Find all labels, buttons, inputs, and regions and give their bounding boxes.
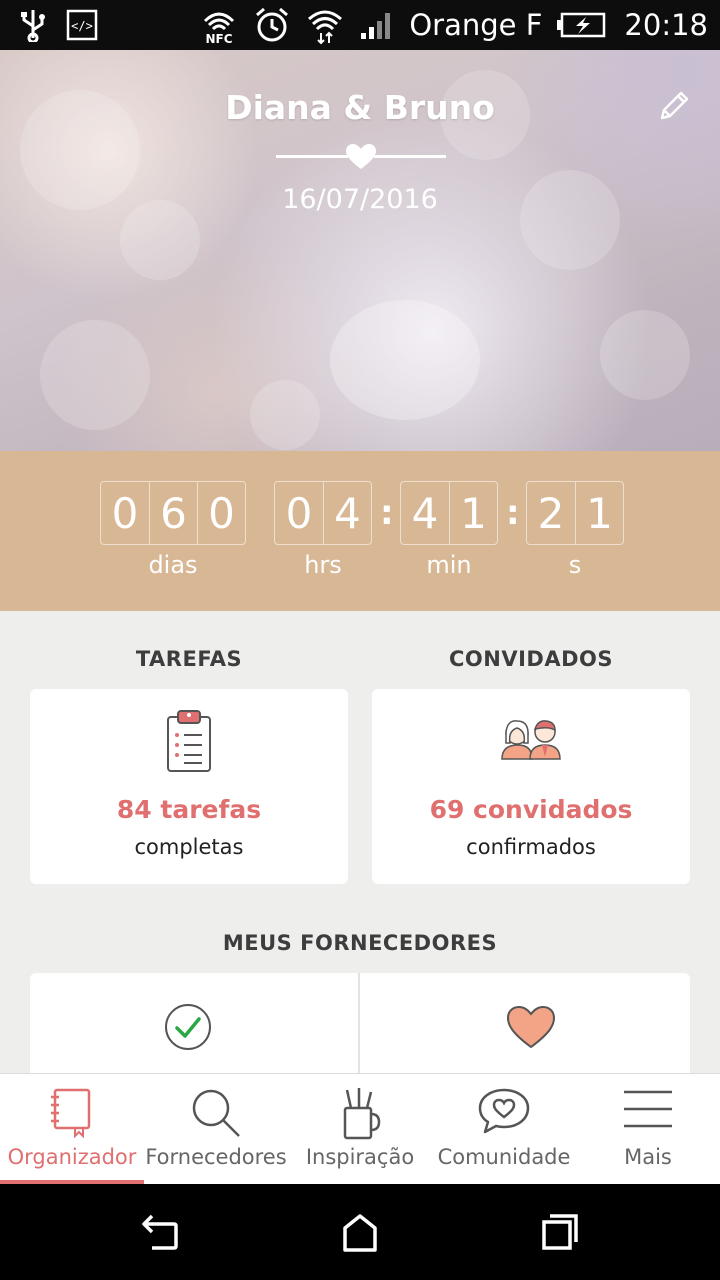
- guests-subtitle: confirmados: [466, 835, 596, 859]
- recents-icon: [542, 1214, 578, 1250]
- hours-label: hrs: [304, 551, 342, 579]
- countdown-panel: 0 6 0 dias 0 4 hrs : 4 1 min : 2 1 s: [0, 451, 720, 611]
- guests-icon: [501, 720, 561, 760]
- home-icon: [343, 1214, 377, 1252]
- battery-charging-icon: [556, 11, 606, 39]
- countdown-days: 0 6 0: [100, 481, 246, 545]
- tasks-heading: TAREFAS: [135, 647, 243, 671]
- guests-count: 69 convidados: [429, 795, 633, 824]
- nav-mais[interactable]: Mais: [576, 1074, 720, 1185]
- back-button[interactable]: [140, 1212, 180, 1252]
- seconds-label: s: [568, 551, 582, 579]
- vendors-card[interactable]: [30, 973, 690, 1073]
- bottom-navigation: Organizador Fornecedores Inspiração Comu…: [0, 1073, 720, 1185]
- svg-text:</>: </>: [71, 19, 93, 33]
- countdown-seconds: 2 1: [526, 481, 624, 545]
- days-label: dias: [148, 551, 198, 579]
- tasks-count: 84 tarefas: [116, 795, 262, 824]
- code-icon: </>: [66, 9, 98, 41]
- notebook-icon: [51, 1088, 91, 1138]
- clipboard-icon: [167, 710, 211, 772]
- countdown-separator: :: [380, 493, 394, 533]
- carrier-name: Orange F: [409, 8, 543, 42]
- couple-names: Diana & Bruno: [225, 88, 495, 127]
- back-icon: [142, 1214, 178, 1250]
- check-circle-icon: [165, 1004, 211, 1050]
- clock: 20:18: [624, 8, 708, 42]
- days-digit: 0: [111, 488, 139, 538]
- minutes-digit: 4: [411, 488, 439, 538]
- countdown-minutes: 4 1: [400, 481, 498, 545]
- nav-inspiracao[interactable]: Inspiração: [288, 1074, 432, 1185]
- edit-button[interactable]: [656, 88, 692, 124]
- nav-label: Comunidade: [437, 1145, 571, 1169]
- system-navigation-bar: [0, 1184, 720, 1280]
- usb-icon: [18, 8, 48, 42]
- guests-card[interactable]: 69 convidados confirmados: [372, 689, 690, 884]
- chat-heart-icon: [478, 1088, 530, 1134]
- tasks-subtitle: completas: [134, 835, 244, 859]
- pencil-icon: [660, 91, 689, 120]
- hero-banner: Diana & Bruno 16/07/2016: [0, 50, 720, 451]
- minutes-label: min: [426, 551, 472, 579]
- heart-icon: [346, 144, 376, 169]
- nav-label: Fornecedores: [145, 1145, 287, 1169]
- svg-text:NFC: NFC: [206, 32, 233, 45]
- guests-heading: CONVIDADOS: [449, 647, 613, 671]
- nav-label: Mais: [624, 1145, 672, 1169]
- heart-icon: [506, 1005, 556, 1049]
- nav-fornecedores[interactable]: Fornecedores: [144, 1074, 288, 1185]
- nav-organizador[interactable]: Organizador: [0, 1074, 144, 1185]
- nav-label: Inspiração: [305, 1145, 415, 1169]
- nav-comunidade[interactable]: Comunidade: [432, 1074, 576, 1185]
- dashboard-content: TAREFAS CONVIDADOS 84 tarefas completas …: [0, 611, 720, 1073]
- status-bar: </> NFC Orange F 20:18: [0, 0, 720, 50]
- menu-icon: [624, 1090, 672, 1128]
- vendors-divider: [358, 973, 360, 1073]
- recents-button[interactable]: [540, 1212, 580, 1252]
- home-button[interactable]: [340, 1212, 380, 1252]
- seconds-digit: 2: [537, 488, 565, 538]
- wedding-date: 16/07/2016: [282, 184, 438, 215]
- alarm-icon: [253, 6, 291, 44]
- search-icon: [192, 1089, 240, 1137]
- hours-digit: 0: [285, 488, 313, 538]
- seconds-digit: 1: [575, 482, 623, 544]
- heart-divider: [276, 144, 446, 169]
- vendors-heading: MEUS FORNECEDORES: [222, 931, 498, 955]
- days-digit: 6: [149, 482, 197, 544]
- countdown-hours: 0 4: [274, 481, 372, 545]
- tasks-card[interactable]: 84 tarefas completas: [30, 689, 348, 884]
- days-digit: 0: [197, 482, 245, 544]
- nfc-icon: NFC: [199, 5, 239, 45]
- wifi-icon: [305, 5, 345, 45]
- hours-digit: 4: [323, 482, 371, 544]
- signal-icon: [359, 9, 395, 41]
- pencil-cup-icon: [343, 1088, 381, 1140]
- countdown-separator: :: [506, 493, 520, 533]
- minutes-digit: 1: [449, 482, 497, 544]
- nav-label: Organizador: [7, 1145, 137, 1169]
